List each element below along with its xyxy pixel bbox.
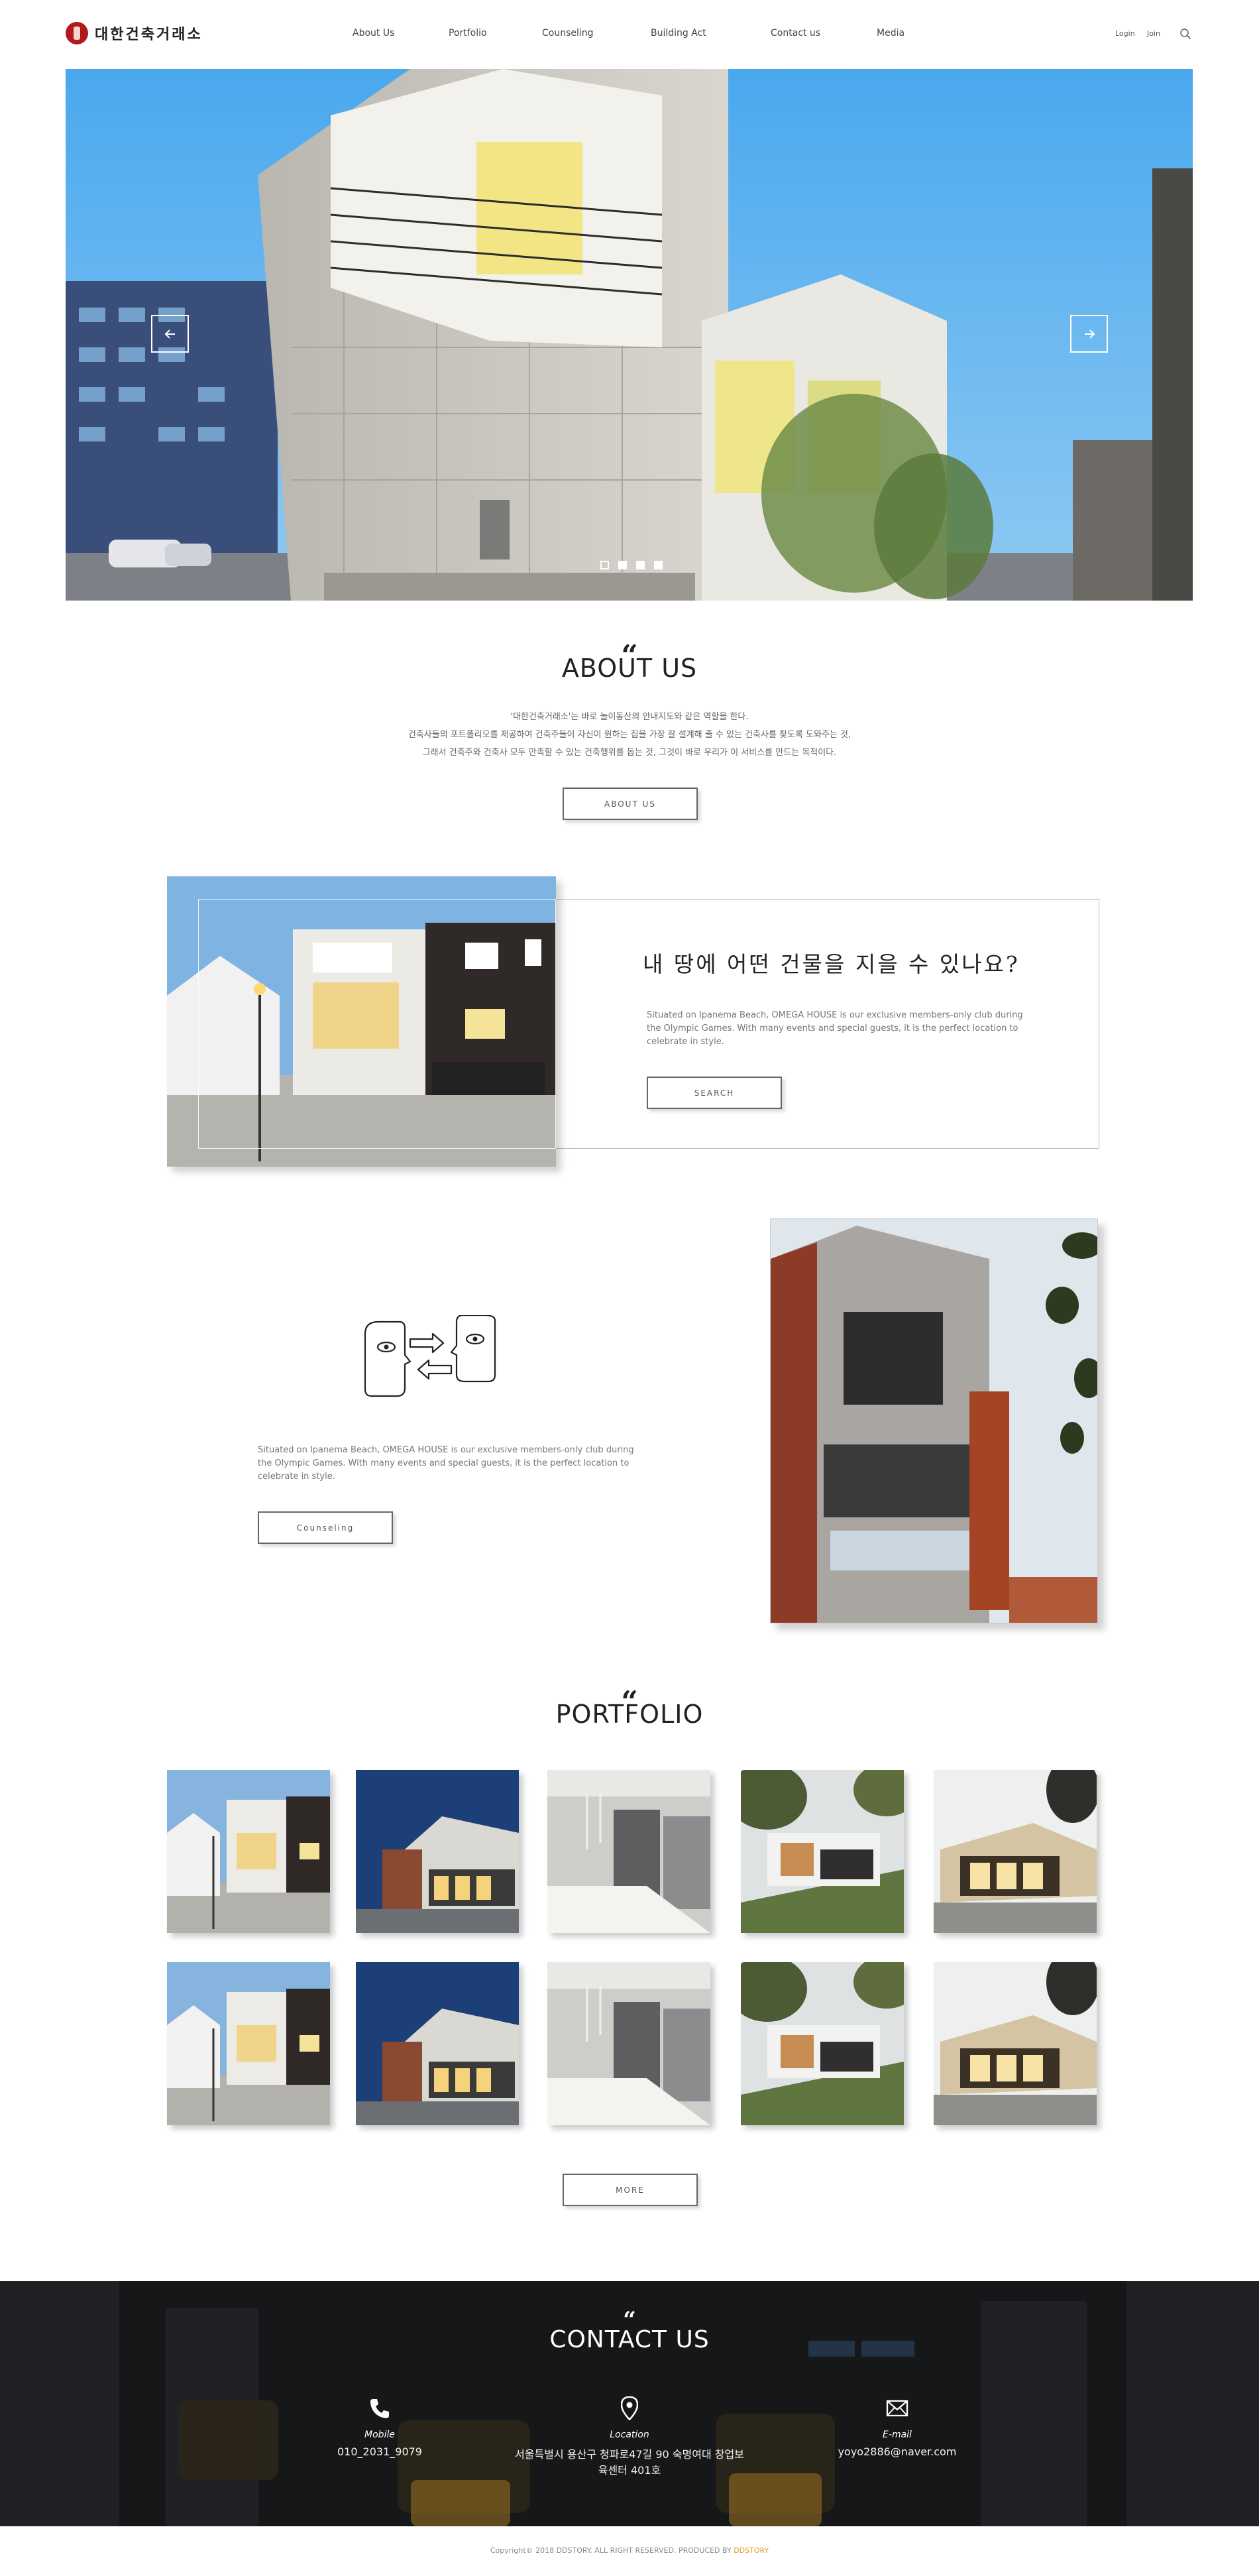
contact-mobile-value[interactable]: 010_2031_9079 xyxy=(260,2445,499,2458)
nav-media[interactable]: Media xyxy=(877,28,904,38)
copyright-text: Copyright© 2018 DDSTORY. ALL RIGHT RESER… xyxy=(490,2546,732,2555)
contact-title: CONTACT US xyxy=(549,2326,710,2353)
feature-title: 내 땅에 어떤 건물을 지을 수 있나요? xyxy=(643,951,1020,977)
contact-email-label: E-mail xyxy=(883,2430,912,2440)
footer: Copyright© 2018 DDSTORY. ALL RIGHT RESER… xyxy=(0,2526,1259,2576)
nav-contact-us[interactable]: Contact us xyxy=(771,28,820,38)
portfolio-image xyxy=(934,1770,1097,1933)
contact-location-label: Location xyxy=(610,2430,649,2440)
portfolio-thumbnail[interactable] xyxy=(741,1962,904,2125)
counseling-building-photo xyxy=(771,1219,1097,1623)
phone-icon xyxy=(370,2399,389,2418)
hero-dot-3[interactable] xyxy=(636,561,645,569)
search-icon[interactable] xyxy=(1179,28,1191,40)
portfolio-image xyxy=(547,1962,710,2125)
portfolio-thumbnail[interactable] xyxy=(934,1962,1097,2125)
contact-location-value: 서울특별시 용산구 청파로47길 90 숙명여대 창업보육센터 401호 xyxy=(515,2448,744,2477)
hero-dot-4[interactable] xyxy=(654,561,663,569)
feature-description: Situated on Ipanema Beach, OMEGA HOUSE i… xyxy=(647,1010,1023,1047)
nav-about-us[interactable]: About Us xyxy=(353,28,394,38)
hero-dot-2[interactable] xyxy=(618,561,627,569)
portfolio-image xyxy=(741,1770,904,1933)
faces-exchange-icon xyxy=(364,1315,496,1397)
portfolio-thumbnail[interactable] xyxy=(356,1962,519,2125)
location-pin-icon xyxy=(621,2396,638,2420)
contact-email: E-mail yoyo2886@naver.com xyxy=(778,2395,1016,2458)
about-line-2: 건축사들의 포트폴리오를 제공하여 건축주들이 자신이 원하는 집을 가장 잘 … xyxy=(408,730,851,740)
mail-icon xyxy=(886,2400,908,2417)
feature-image-frame xyxy=(198,899,556,1149)
portfolio-thumbnail[interactable] xyxy=(356,1770,519,1933)
login-link[interactable]: Login xyxy=(1115,29,1135,38)
portfolio-thumbnail[interactable] xyxy=(547,1770,710,1933)
counseling-description: Situated on Ipanema Beach, OMEGA HOUSE i… xyxy=(258,1445,634,1482)
portfolio-image xyxy=(547,1770,710,1933)
arrow-right-icon xyxy=(1084,329,1095,339)
portfolio-title: PORTFOLIO xyxy=(555,1700,704,1729)
portfolio-thumbnail[interactable] xyxy=(547,1962,710,2125)
contact-location: Location 서울특별시 용산구 청파로47길 90 숙명여대 창업보육센터… xyxy=(510,2395,749,2477)
page: 대한건축거래소 About Us Portfolio Counseling Bu… xyxy=(0,0,1259,2576)
counseling-image xyxy=(770,1218,1098,1623)
about-us-button[interactable]: ABOUT US xyxy=(563,788,698,820)
hero-next-button[interactable] xyxy=(1070,315,1108,353)
counseling-button[interactable]: Counseling xyxy=(258,1511,393,1544)
hero-slider xyxy=(66,69,1193,601)
portfolio-thumbnail[interactable] xyxy=(167,1962,330,2125)
about-line-1: '대한건축거래소'는 바로 놀이동산의 안내지도와 같은 역할을 한다. xyxy=(510,712,749,722)
search-button[interactable]: SEARCH xyxy=(647,1077,782,1109)
contact-mobile: Mobile 010_2031_9079 xyxy=(260,2395,499,2458)
portfolio-image xyxy=(934,1962,1097,2125)
nav-portfolio[interactable]: Portfolio xyxy=(449,28,487,38)
hero-dot-1[interactable] xyxy=(600,561,609,569)
about-line-3: 그래서 건축주와 건축사 모두 만족할 수 있는 건축행위를 돕는 것, 그것이… xyxy=(422,748,837,758)
portfolio-image xyxy=(167,1770,330,1933)
portfolio-thumbnail[interactable] xyxy=(741,1770,904,1933)
hero-image xyxy=(66,69,1193,601)
more-button[interactable]: MORE xyxy=(563,2174,698,2206)
hero-prev-button[interactable] xyxy=(151,315,189,353)
join-link[interactable]: Join xyxy=(1147,29,1160,38)
portfolio-image xyxy=(741,1962,904,2125)
arrow-left-icon xyxy=(164,329,175,339)
main-nav: About Us Portfolio Counseling Building A… xyxy=(0,28,1259,41)
copyright: Copyright© 2018 DDSTORY. ALL RIGHT RESER… xyxy=(0,2546,1259,2555)
nav-counseling[interactable]: Counseling xyxy=(542,28,594,38)
portfolio-thumbnail[interactable] xyxy=(167,1770,330,1933)
portfolio-thumbnail[interactable] xyxy=(934,1770,1097,1933)
contact-mobile-label: Mobile xyxy=(364,2430,395,2440)
contact-section: “ CONTACT US Mobile 010_2031_9079 Locati… xyxy=(0,2281,1259,2526)
hero-pagination xyxy=(600,561,663,569)
portfolio-image xyxy=(356,1962,519,2125)
producer-link[interactable]: DDSTORY xyxy=(734,2546,769,2555)
nav-building-act[interactable]: Building Act xyxy=(651,28,706,38)
about-description: '대한건축거래소'는 바로 놀이동산의 안내지도와 같은 역할을 한다. 건축사… xyxy=(0,708,1259,762)
portfolio-image xyxy=(356,1770,519,1933)
portfolio-image xyxy=(167,1962,330,2125)
about-title: ABOUT US xyxy=(561,654,698,683)
header: 대한건축거래소 About Us Portfolio Counseling Bu… xyxy=(0,0,1259,69)
contact-email-value[interactable]: yoyo2886@naver.com xyxy=(778,2445,1016,2458)
